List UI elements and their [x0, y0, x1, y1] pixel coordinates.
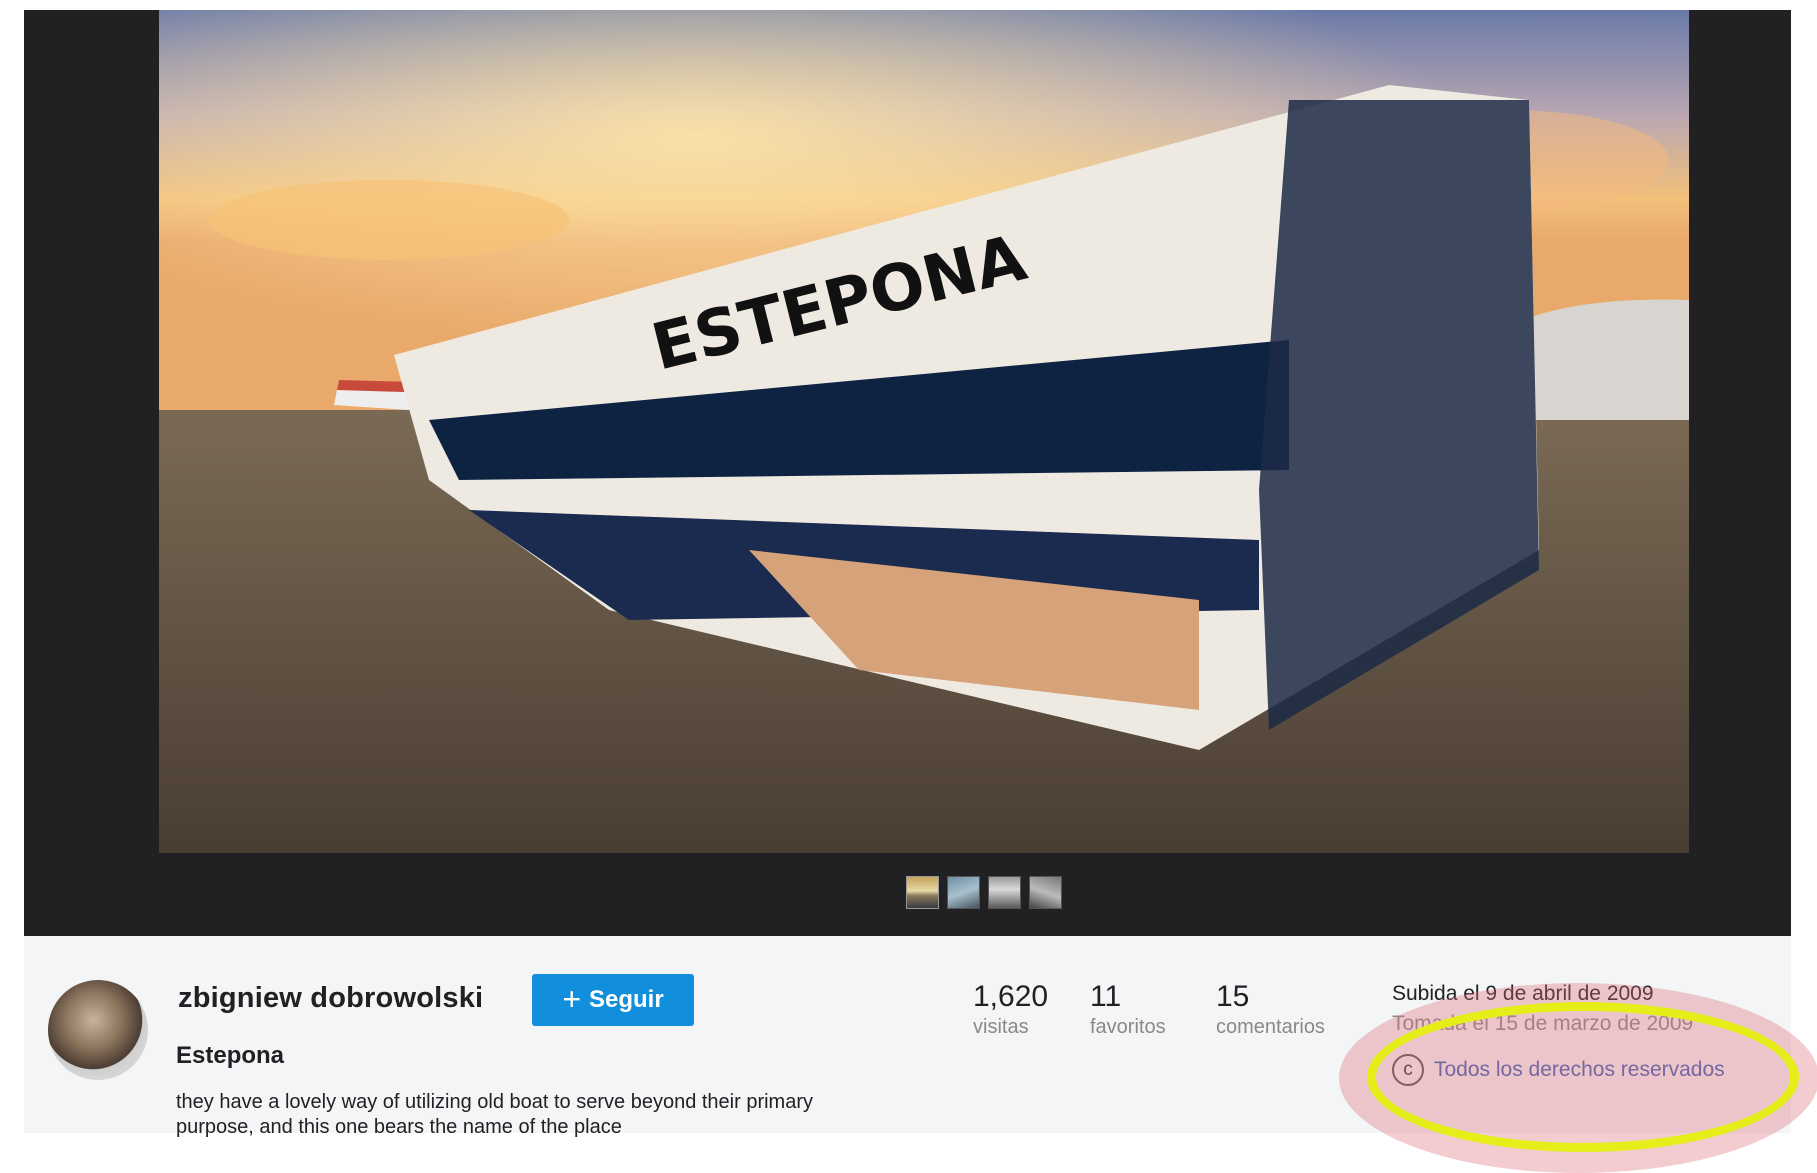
follow-label: Seguir	[589, 986, 664, 1013]
photo-viewer: ESTEPONA	[24, 10, 1791, 936]
follow-button[interactable]: + Seguir	[532, 974, 694, 1026]
license-link[interactable]: c Todos los derechos reservados	[1392, 1054, 1725, 1086]
main-photo[interactable]: ESTEPONA	[159, 10, 1689, 853]
comments-stat[interactable]: 15 comentarios	[1216, 982, 1325, 1039]
views-count: 1,620	[973, 980, 1049, 1013]
photo-meta: Subida el 9 de abril de 2009 Tomada el 1…	[1392, 982, 1725, 1086]
thumbnail-strip	[906, 876, 1062, 910]
license-label: Todos los derechos reservados	[1434, 1058, 1725, 1081]
avatar[interactable]	[48, 980, 148, 1080]
faves-label: favoritos	[1090, 1016, 1166, 1038]
thumbnail-3[interactable]	[988, 876, 1021, 909]
copyright-icon: c	[1392, 1054, 1424, 1086]
thumbnail-2[interactable]	[947, 876, 980, 909]
photo-title: Estepona	[176, 1042, 285, 1069]
owner-name[interactable]: zbigniew dobrowolski	[178, 982, 483, 1015]
upload-date: Subida el 9 de abril de 2009	[1392, 982, 1654, 1005]
comments-label: comentarios	[1216, 1016, 1325, 1038]
views-label: visitas	[973, 1016, 1029, 1038]
taken-date[interactable]: Tomada el 15 de marzo de 2009	[1392, 1012, 1725, 1036]
faves-count: 11	[1090, 980, 1122, 1013]
thumbnail-1[interactable]	[906, 876, 939, 909]
thumbnail-4[interactable]	[1029, 876, 1062, 909]
photo-info-panel: zbigniew dobrowolski + Seguir Estepona t…	[24, 936, 1791, 1138]
faves-stat[interactable]: 11 favoritos	[1090, 982, 1166, 1039]
views-stat: 1,620 visitas	[973, 982, 1048, 1039]
plus-icon: +	[562, 980, 581, 1017]
comments-count: 15	[1216, 980, 1250, 1013]
photo-image: ESTEPONA	[159, 10, 1689, 853]
